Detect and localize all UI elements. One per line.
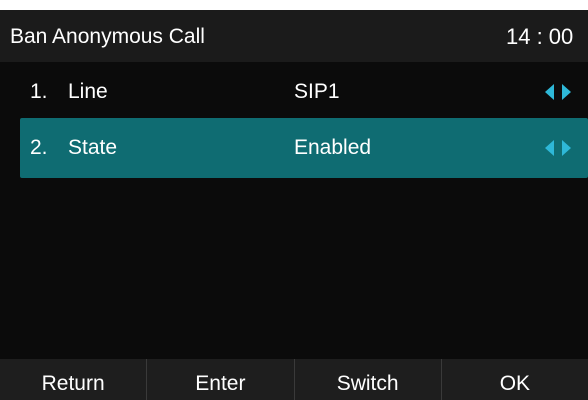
menu-item-label: 1. Line	[30, 79, 108, 105]
menu-item-label: 2. State	[30, 135, 117, 161]
value-switch-arrows[interactable]	[543, 84, 577, 100]
left-arrow-icon[interactable]	[545, 84, 554, 100]
enter-softkey[interactable]: Enter	[146, 359, 293, 400]
menu-item-line[interactable]: 1. Line SIP1	[20, 62, 588, 122]
menu-item-value: Enabled	[294, 136, 372, 159]
value-switch-arrows[interactable]	[543, 140, 577, 156]
menu-item-value: SIP1	[294, 80, 340, 103]
switch-softkey[interactable]: Switch	[293, 359, 441, 400]
softkey-bar: Return Enter Switch OK	[0, 359, 588, 400]
menu-item-name: Line	[68, 80, 108, 103]
ok-softkey[interactable]: OK	[440, 359, 588, 400]
title-bar: Ban Anonymous Call 14 : 00	[0, 10, 588, 62]
phone-screen: Ban Anonymous Call 14 : 00 1. Line SIP1 2…	[0, 10, 588, 400]
clock: 14 : 00	[506, 24, 574, 49]
right-arrow-icon[interactable]	[562, 140, 571, 156]
right-arrow-icon[interactable]	[562, 84, 571, 100]
menu-item-state[interactable]: 2. State Enabled	[20, 118, 588, 178]
menu-item-name: State	[68, 136, 118, 159]
page-title: Ban Anonymous Call	[10, 25, 205, 48]
left-arrow-icon[interactable]	[545, 140, 554, 156]
menu-item-number: 1.	[30, 80, 48, 103]
menu-item-number: 2.	[30, 136, 48, 159]
return-softkey[interactable]: Return	[0, 359, 146, 400]
